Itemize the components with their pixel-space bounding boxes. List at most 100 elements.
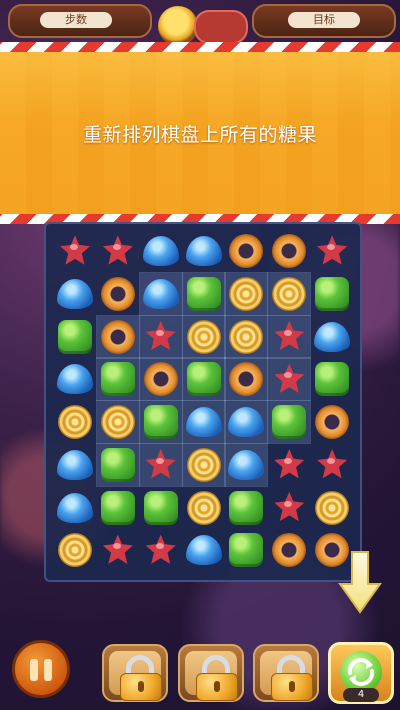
star-candy	[145, 320, 176, 351]
drop-candy	[142, 278, 179, 309]
board-cell[interactable]	[181, 400, 226, 444]
square-candy	[58, 319, 92, 354]
donut-candy	[100, 276, 135, 311]
shuffle-booster-button[interactable]: 4	[328, 642, 394, 704]
board-cell[interactable]	[267, 314, 312, 359]
drop-candy	[57, 364, 93, 395]
board-cell[interactable]	[54, 273, 96, 315]
candy-grid	[54, 230, 354, 572]
board-cell[interactable]	[140, 230, 182, 272]
board-cell[interactable]	[268, 230, 310, 272]
board-cell[interactable]	[54, 316, 96, 358]
swirl-candy	[186, 319, 221, 354]
drop-candy	[185, 236, 222, 266]
board-cell[interactable]	[54, 230, 96, 272]
board-cell[interactable]	[95, 357, 140, 402]
board-cell[interactable]	[225, 529, 267, 571]
board-cell[interactable]	[183, 230, 225, 272]
square-candy	[143, 405, 178, 439]
board-cell[interactable]	[311, 316, 353, 358]
board-cell[interactable]	[181, 271, 226, 316]
board-cell[interactable]	[224, 442, 269, 487]
board-cell[interactable]	[311, 401, 353, 443]
square-candy	[229, 533, 264, 568]
board-cell[interactable]	[183, 529, 225, 571]
board-cell[interactable]	[54, 358, 96, 400]
drop-candy	[57, 449, 93, 480]
board-cell[interactable]	[224, 271, 269, 316]
star-candy	[274, 449, 305, 479]
board-cell[interactable]	[225, 487, 267, 529]
drop-candy	[57, 278, 93, 309]
locked-booster-slot-2[interactable]	[178, 644, 244, 702]
square-candy	[272, 405, 307, 439]
donut-candy	[315, 405, 350, 439]
shuffle-icon	[340, 651, 382, 693]
board-cell[interactable]	[97, 487, 139, 529]
drop-candy	[185, 535, 222, 566]
avatar-circle	[158, 6, 198, 46]
board-cell[interactable]	[138, 400, 183, 444]
board-cell[interactable]	[97, 230, 139, 272]
star-candy	[274, 491, 305, 522]
board-cell[interactable]	[225, 230, 267, 272]
star-candy	[145, 449, 176, 479]
board-cell[interactable]	[311, 358, 353, 400]
square-candy	[100, 490, 135, 525]
board-cell[interactable]	[311, 487, 353, 529]
star-candy	[317, 449, 348, 479]
board-cell[interactable]	[138, 357, 183, 402]
board-cell[interactable]	[311, 273, 353, 315]
board-cell[interactable]	[183, 487, 225, 529]
board-cell[interactable]	[140, 529, 182, 571]
lock-body	[120, 673, 162, 701]
swirl-candy	[100, 405, 135, 439]
board-cell[interactable]	[54, 444, 96, 486]
donut-candy	[272, 234, 307, 268]
board-cell[interactable]	[267, 271, 312, 316]
swirl-candy	[58, 405, 92, 439]
board-cell[interactable]	[138, 271, 183, 316]
board-cell[interactable]	[181, 442, 226, 487]
lock-keyhole	[289, 681, 295, 692]
banner-message: 重新排列棋盘上所有的糖果	[82, 124, 317, 146]
board-cell[interactable]	[267, 357, 312, 402]
locked-booster-slot-3[interactable]	[253, 644, 319, 702]
board-cell[interactable]	[224, 314, 269, 359]
board-cell[interactable]	[181, 314, 226, 359]
board-cell[interactable]	[138, 442, 183, 487]
board-cell[interactable]	[97, 529, 139, 571]
board-cell[interactable]	[54, 487, 96, 529]
board-cell[interactable]	[140, 487, 182, 529]
board-cell[interactable]	[267, 400, 312, 444]
board-cell[interactable]	[95, 442, 140, 487]
slot-inner	[185, 651, 238, 701]
board-cell[interactable]	[95, 314, 140, 359]
board-cell[interactable]	[54, 529, 96, 571]
board-cell[interactable]	[224, 357, 269, 402]
star-candy	[60, 235, 90, 265]
pause-icon-bar	[44, 659, 52, 681]
star-candy	[102, 534, 133, 564]
board-cell[interactable]	[268, 444, 310, 486]
board-cell[interactable]	[224, 400, 269, 444]
target-label: 目标	[288, 12, 360, 28]
board-cell[interactable]	[311, 230, 353, 272]
star-candy	[274, 320, 305, 351]
steps-label: 步数	[40, 12, 112, 28]
drop-candy	[314, 321, 351, 352]
board-cell[interactable]	[268, 529, 310, 571]
lock-body	[196, 673, 238, 701]
board-cell[interactable]	[54, 401, 96, 443]
board-cell[interactable]	[97, 273, 139, 315]
board-cell[interactable]	[95, 400, 140, 444]
board-cell[interactable]	[138, 314, 183, 359]
drop-candy	[57, 492, 93, 523]
board-cell[interactable]	[181, 357, 226, 402]
board-cell[interactable]	[268, 487, 310, 529]
pause-button[interactable]	[12, 640, 70, 698]
board-cell[interactable]	[311, 444, 353, 486]
square-candy	[100, 447, 135, 482]
locked-booster-slot-1[interactable]	[102, 644, 168, 702]
banner-stripe-top	[0, 42, 400, 52]
